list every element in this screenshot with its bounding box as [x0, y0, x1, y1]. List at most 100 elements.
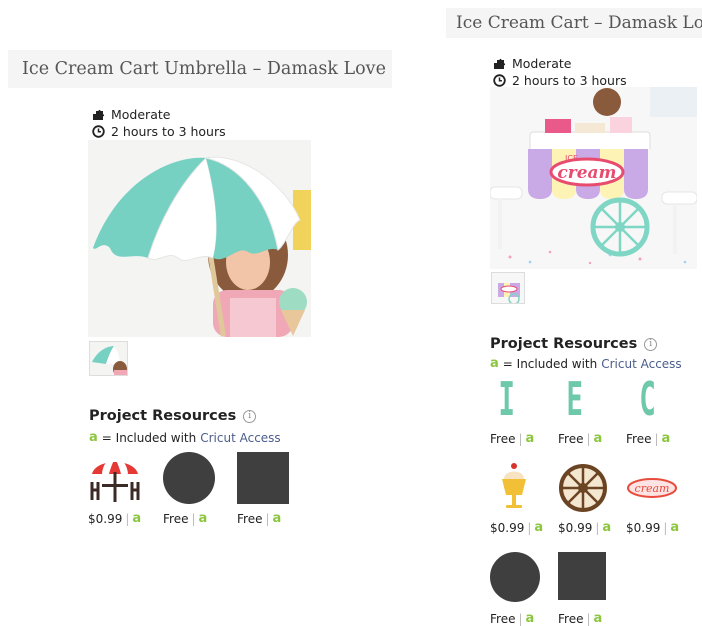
- difficulty-row: Moderate: [92, 106, 226, 123]
- page-title[interactable]: Ice Cream Cart – Damask Love: [446, 8, 702, 38]
- cricut-access-icon: a: [89, 430, 98, 445]
- resource-price: $0.99 | a: [490, 520, 544, 535]
- difficulty-row: Moderate: [493, 55, 627, 72]
- separator: |: [586, 431, 591, 446]
- separator: |: [191, 511, 196, 526]
- info-icon[interactable]: i: [243, 409, 257, 423]
- price-text: Free: [558, 431, 584, 446]
- square-shape-icon: [237, 452, 291, 506]
- letter-e-icon: E: [566, 372, 584, 426]
- square-shape-icon: [558, 552, 612, 606]
- access-note: a = Included with Cricut Access: [490, 356, 682, 371]
- resource-item[interactable]: Free | a: [163, 452, 217, 526]
- cricut-access-icon: a: [670, 520, 680, 535]
- image-thumbnail[interactable]: [89, 341, 128, 376]
- resource-price: Free | a: [626, 431, 680, 446]
- resource-price: Free | a: [490, 431, 544, 446]
- project-main-image[interactable]: [88, 140, 311, 337]
- resources-heading-text: Project Resources: [490, 336, 638, 352]
- umbrella-table-icon: [88, 452, 142, 506]
- resource-item[interactable]: C Free | a: [626, 372, 680, 446]
- resources-heading-text: Project Resources: [89, 408, 237, 424]
- resource-price: Free | a: [163, 511, 217, 526]
- price-text: $0.99: [490, 520, 525, 535]
- cart-sign-small-text: ICE: [565, 154, 578, 163]
- cricut-access-icon: a: [132, 511, 142, 526]
- difficulty-label: Moderate: [512, 56, 572, 71]
- cricut-access-icon: a: [490, 356, 499, 371]
- price-text: $0.99: [88, 511, 123, 526]
- resource-item[interactable]: Free | a: [558, 552, 612, 626]
- resource-item[interactable]: $0.99 | a: [88, 452, 142, 526]
- separator: |: [125, 511, 130, 526]
- cricut-access-icon: a: [661, 431, 671, 446]
- puzzle-icon: [92, 108, 105, 121]
- resource-price: Free | a: [558, 431, 612, 446]
- project-main-image[interactable]: cream ICE: [490, 87, 697, 269]
- resource-item[interactable]: Free | a: [237, 452, 291, 526]
- separator: |: [518, 431, 523, 446]
- price-text: Free: [490, 611, 516, 626]
- puzzle-icon: [493, 57, 506, 70]
- cricut-access-icon: a: [602, 520, 612, 535]
- sundae-glass-icon: [490, 461, 544, 515]
- resources-heading: Project Resources i: [89, 408, 257, 424]
- cricut-access-icon: a: [534, 520, 544, 535]
- resource-item[interactable]: $0.99 | a: [490, 461, 544, 535]
- resource-price: $0.99 | a: [88, 511, 142, 526]
- price-text: Free: [163, 511, 189, 526]
- resource-item[interactable]: E Free | a: [558, 372, 612, 446]
- cricut-access-icon: a: [525, 611, 535, 626]
- clock-icon: [92, 125, 105, 138]
- time-label: 2 hours to 3 hours: [111, 124, 226, 139]
- circle-shape-icon: [163, 452, 217, 506]
- difficulty-label: Moderate: [111, 107, 171, 122]
- image-thumbnail[interactable]: [491, 272, 525, 304]
- time-row: 2 hours to 3 hours: [92, 123, 226, 140]
- resource-item[interactable]: cream $0.99 | a: [626, 461, 680, 535]
- cricut-access-icon: a: [593, 431, 603, 446]
- separator: |: [654, 431, 659, 446]
- project-meta: Moderate 2 hours to 3 hours: [92, 106, 226, 140]
- letter-i-icon: I: [498, 372, 516, 426]
- project-meta: Moderate 2 hours to 3 hours: [493, 55, 627, 89]
- price-text: $0.99: [626, 520, 661, 535]
- access-note-text: = Included with: [502, 356, 598, 371]
- separator: |: [595, 520, 600, 535]
- price-text: Free: [558, 611, 584, 626]
- info-icon[interactable]: i: [644, 337, 658, 351]
- cricut-access-icon: a: [525, 431, 535, 446]
- wagon-wheel-icon: [558, 461, 612, 515]
- separator: |: [586, 611, 591, 626]
- resource-price: $0.99 | a: [626, 520, 680, 535]
- page-title[interactable]: Ice Cream Cart Umbrella – Damask Love: [8, 50, 392, 88]
- letter-c-icon: C: [639, 372, 656, 426]
- price-text: Free: [626, 431, 652, 446]
- resource-item[interactable]: $0.99 | a: [558, 461, 612, 535]
- resource-item[interactable]: I Free | a: [490, 372, 544, 446]
- resource-price: Free | a: [558, 611, 612, 626]
- resource-item[interactable]: Free | a: [490, 552, 544, 626]
- separator: |: [265, 511, 270, 526]
- resources-heading: Project Resources i: [490, 336, 658, 352]
- circle-shape-icon: [490, 552, 544, 606]
- separator: |: [663, 520, 668, 535]
- cream-label-icon: cream: [626, 461, 680, 515]
- cricut-access-icon: a: [272, 511, 282, 526]
- cart-sign-text: cream: [557, 163, 616, 183]
- separator: |: [518, 611, 523, 626]
- cricut-access-link[interactable]: Cricut Access: [601, 357, 681, 371]
- cricut-access-link[interactable]: Cricut Access: [200, 431, 280, 445]
- resource-price: $0.99 | a: [558, 520, 612, 535]
- separator: |: [527, 520, 532, 535]
- cream-label-text: cream: [635, 482, 670, 495]
- resource-price: Free | a: [237, 511, 291, 526]
- price-text: $0.99: [558, 520, 593, 535]
- access-note: a = Included with Cricut Access: [89, 430, 281, 445]
- cricut-access-icon: a: [593, 611, 603, 626]
- cricut-access-icon: a: [198, 511, 208, 526]
- price-text: Free: [490, 431, 516, 446]
- clock-icon: [493, 74, 506, 87]
- price-text: Free: [237, 511, 263, 526]
- access-note-text: = Included with: [101, 430, 197, 445]
